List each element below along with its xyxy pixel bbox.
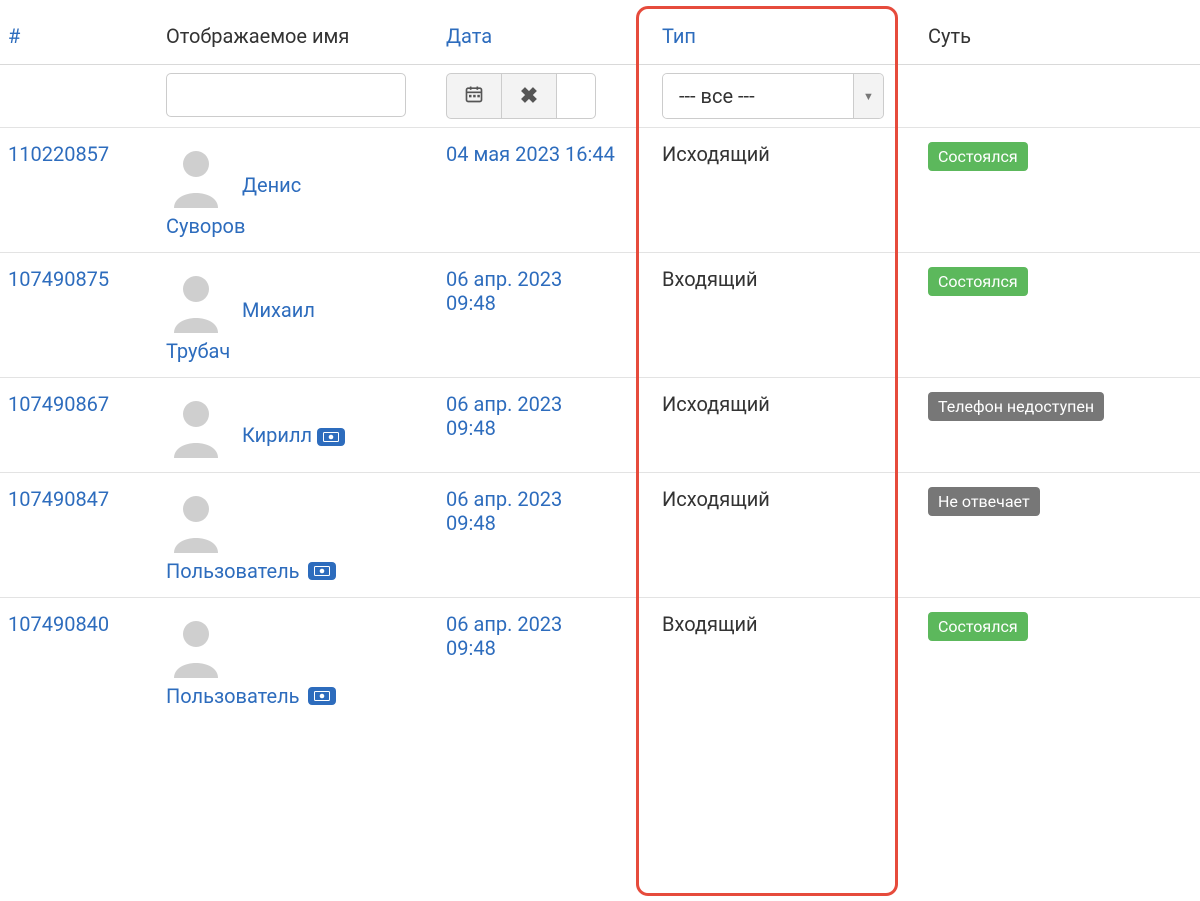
table-row: 107490847 Пользователь <box>0 473 1200 598</box>
avatar <box>166 142 226 208</box>
money-badge-icon <box>317 428 345 446</box>
filter-row: ✖ --- все --- ▼ <box>0 65 1200 128</box>
row-type: Входящий <box>662 612 758 636</box>
avatar <box>166 392 226 458</box>
avatar <box>166 267 226 333</box>
close-icon: ✖ <box>520 83 538 109</box>
type-filter-value: --- все --- <box>679 84 755 108</box>
row-date[interactable]: 06 апр. 2023 09:48 <box>446 267 616 315</box>
status-badge: Состоялся <box>928 142 1028 171</box>
clear-date-button[interactable]: ✖ <box>501 73 557 119</box>
row-id-link[interactable]: 107490840 <box>8 612 109 636</box>
row-last-name[interactable]: Пользователь <box>166 684 300 708</box>
row-id-link[interactable]: 110220857 <box>8 142 109 166</box>
table-row: 110220857 Денис Суворов <box>0 128 1200 253</box>
avatar <box>166 487 226 553</box>
row-date[interactable]: 06 апр. 2023 09:48 <box>446 487 616 535</box>
row-first-name[interactable]: Кирилл <box>242 423 312 447</box>
header-date[interactable]: Дата <box>446 24 492 48</box>
table-row: 107490840 Пользователь <box>0 598 1200 723</box>
row-id-link[interactable]: 107490867 <box>8 392 109 416</box>
row-last-name[interactable]: Пользователь <box>166 559 300 583</box>
name-filter-input[interactable] <box>166 73 406 117</box>
row-id-link[interactable]: 107490847 <box>8 487 109 511</box>
status-badge: Состоялся <box>928 267 1028 296</box>
row-date[interactable]: 06 апр. 2023 09:48 <box>446 612 616 660</box>
header-type[interactable]: Тип <box>662 24 696 48</box>
row-first-name[interactable]: Денис <box>242 173 301 197</box>
row-type: Входящий <box>662 267 758 291</box>
status-badge: Состоялся <box>928 612 1028 641</box>
row-date[interactable]: 04 мая 2023 16:44 <box>446 142 615 166</box>
status-badge: Не отвечает <box>928 487 1040 516</box>
row-type: Исходящий <box>662 142 770 166</box>
row-last-name[interactable]: Трубач <box>166 339 230 363</box>
row-date[interactable]: 06 апр. 2023 09:48 <box>446 392 616 440</box>
date-extra-button[interactable] <box>556 73 596 119</box>
calls-table: # Отображаемое имя Дата Тип Суть <box>0 0 1200 722</box>
row-last-name[interactable]: Суворов <box>166 214 245 238</box>
type-filter-select[interactable]: --- все --- ▼ <box>662 73 884 119</box>
calendar-button[interactable] <box>446 73 502 119</box>
header-status: Суть <box>928 24 971 48</box>
calendar-icon <box>464 84 484 109</box>
status-badge: Телефон недоступен <box>928 392 1104 421</box>
header-id[interactable]: # <box>8 24 20 48</box>
header-row: # Отображаемое имя Дата Тип Суть <box>0 0 1200 65</box>
table-row: 107490875 Михаил Трубач <box>0 253 1200 378</box>
chevron-down-icon: ▼ <box>863 90 874 103</box>
avatar <box>166 612 226 678</box>
money-badge-icon <box>308 562 336 580</box>
money-badge-icon <box>308 687 336 705</box>
table-row: 107490867 Кирилл <box>0 378 1200 473</box>
row-id-link[interactable]: 107490875 <box>8 267 109 291</box>
header-name: Отображаемое имя <box>166 24 349 48</box>
row-type: Исходящий <box>662 487 770 511</box>
row-first-name[interactable]: Михаил <box>242 298 315 322</box>
row-type: Исходящий <box>662 392 770 416</box>
